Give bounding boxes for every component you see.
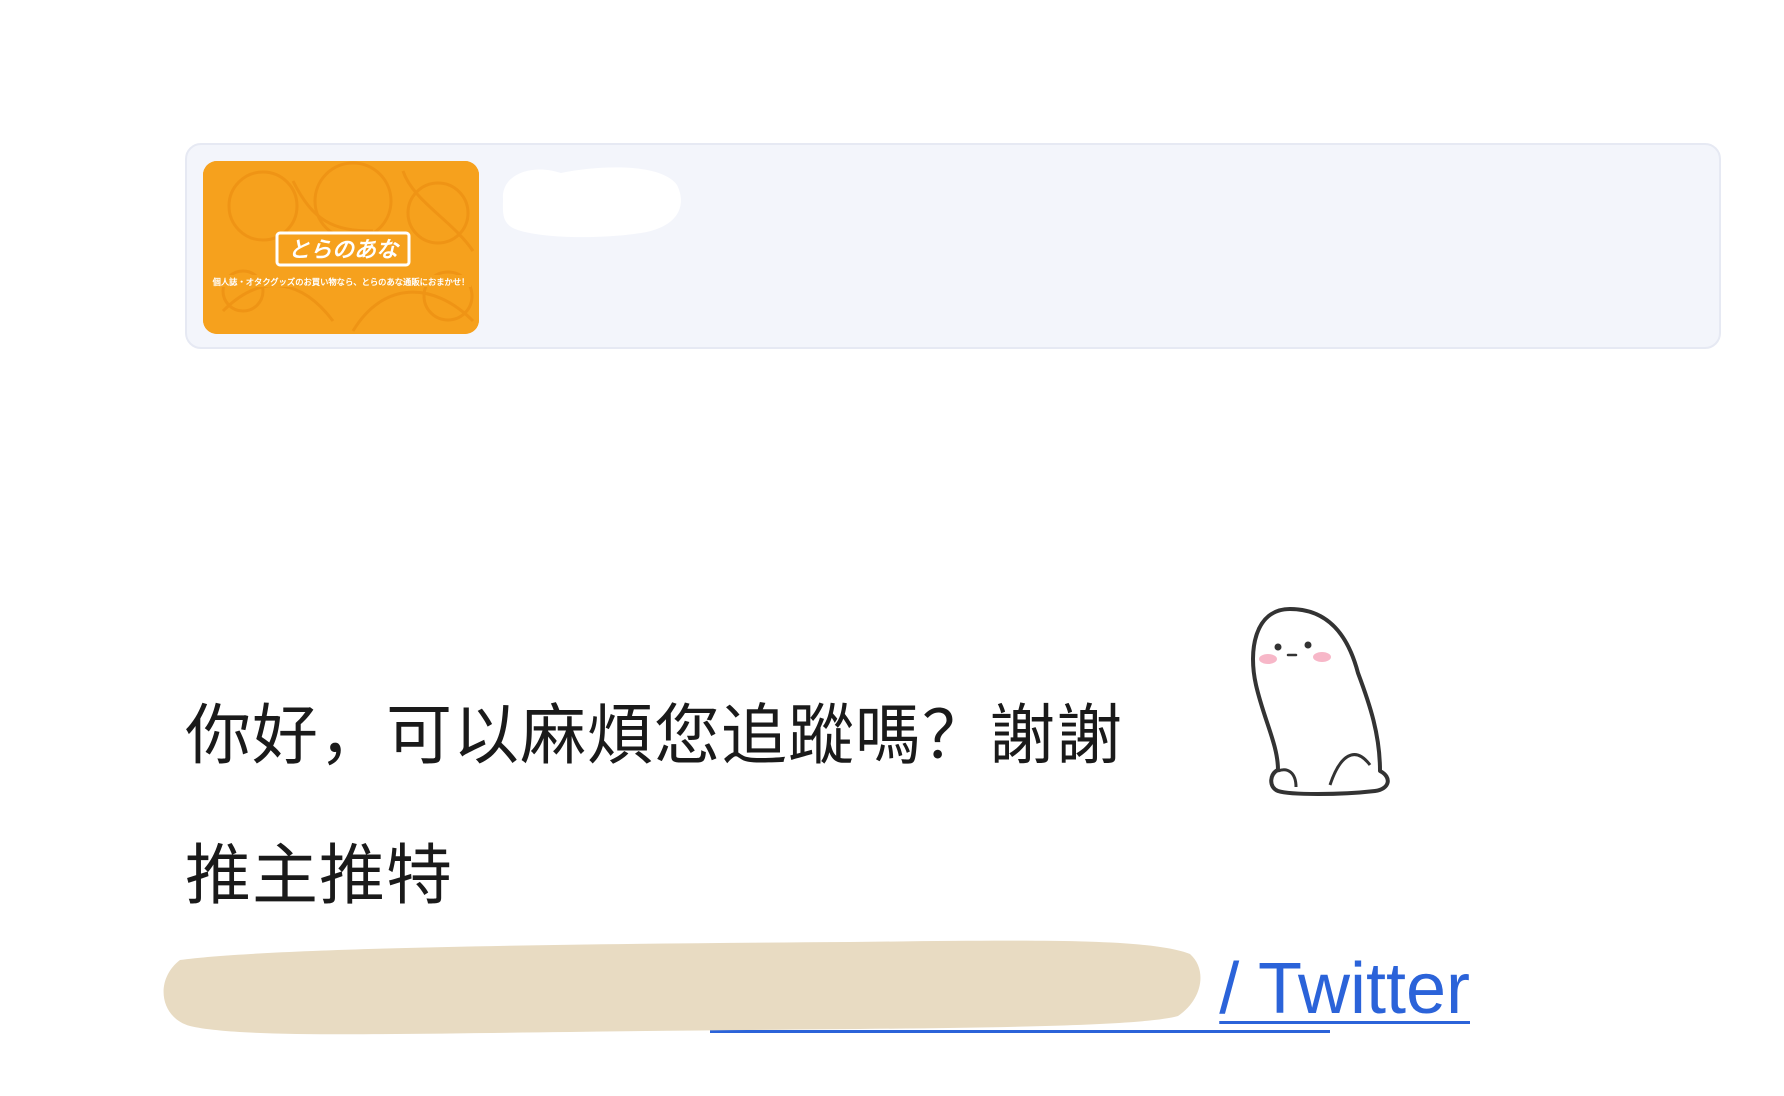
profile-link-text[interactable]: / Twitter (1219, 948, 1470, 1030)
link-thumbnail: とらのあな 個人誌・オタクグッズのお買い物なら、とらのあな通販におまかせ！ (203, 161, 479, 334)
message-line-1: 你好，可以麻煩您追蹤嗎？謝謝 (185, 697, 1123, 774)
link-redaction (150, 930, 1210, 1038)
thumbnail-caption: 個人誌・オタクグッズのお買い物なら、とらのあな通販におまかせ！ (212, 277, 470, 287)
link-preview-card[interactable]: とらのあな 個人誌・オタクグッズのお買い物なら、とらのあな通販におまかせ！ (185, 143, 1721, 349)
message-line-2: 推主推特 (185, 837, 453, 914)
title-redaction (491, 155, 687, 243)
thumbnail-logo-text: とらのあな (288, 238, 400, 263)
profile-link[interactable]: / Twitter (150, 930, 1470, 1050)
shy-ghost-sticker-icon (1230, 595, 1410, 810)
